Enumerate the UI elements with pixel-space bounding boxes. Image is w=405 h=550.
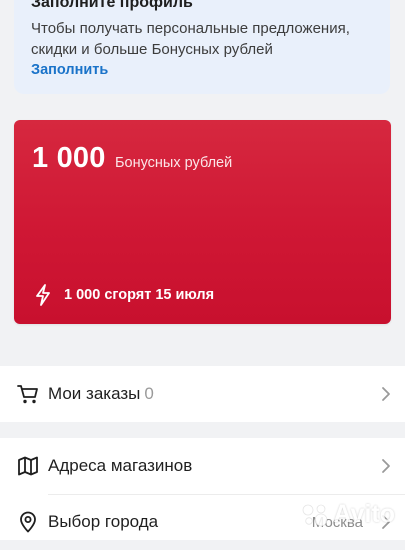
bonus-label: Бонусных рублей: [115, 155, 233, 171]
fill-profile-link[interactable]: Заполнить: [31, 62, 108, 78]
bonus-card[interactable]: 1 000 Бонусных рублей 1 000 сгорят 15 ию…: [14, 120, 391, 324]
lightning-icon: [36, 284, 50, 306]
profile-card-description: Чтобы получать персональные предложения,…: [31, 20, 350, 58]
map-icon: [18, 456, 38, 476]
my-orders-row[interactable]: Мои заказы 0: [0, 366, 405, 422]
bonus-expire-info: 1 000 сгорят 15 июля: [34, 284, 214, 306]
chevron-right-icon: [382, 459, 390, 473]
orders-count: 0: [144, 384, 154, 403]
avito-logo-icon: [303, 504, 328, 526]
cart-icon: [17, 385, 38, 404]
profile-card-title: Заполните профиль: [31, 0, 193, 11]
my-orders-label: Мои заказы 0: [48, 384, 154, 404]
location-pin-icon: [20, 511, 36, 533]
store-addresses-row[interactable]: Адреса магазинов: [0, 438, 405, 494]
orders-section: Мои заказы 0: [0, 366, 405, 422]
store-addresses-label: Адреса магазинов: [48, 456, 193, 475]
city-select-label: Выбор города: [48, 512, 159, 531]
bonus-amount: 1 000: [32, 142, 106, 174]
chevron-right-icon: [382, 387, 390, 401]
fill-profile-card: Заполните профиль Чтобы получать персона…: [14, 0, 390, 94]
my-orders-text: Мои заказы: [48, 384, 141, 403]
bonus-expire-text: 1 000 сгорят 15 июля: [64, 287, 215, 303]
watermark-text: Avito: [333, 500, 395, 528]
avito-watermark: Avito: [299, 500, 395, 529]
